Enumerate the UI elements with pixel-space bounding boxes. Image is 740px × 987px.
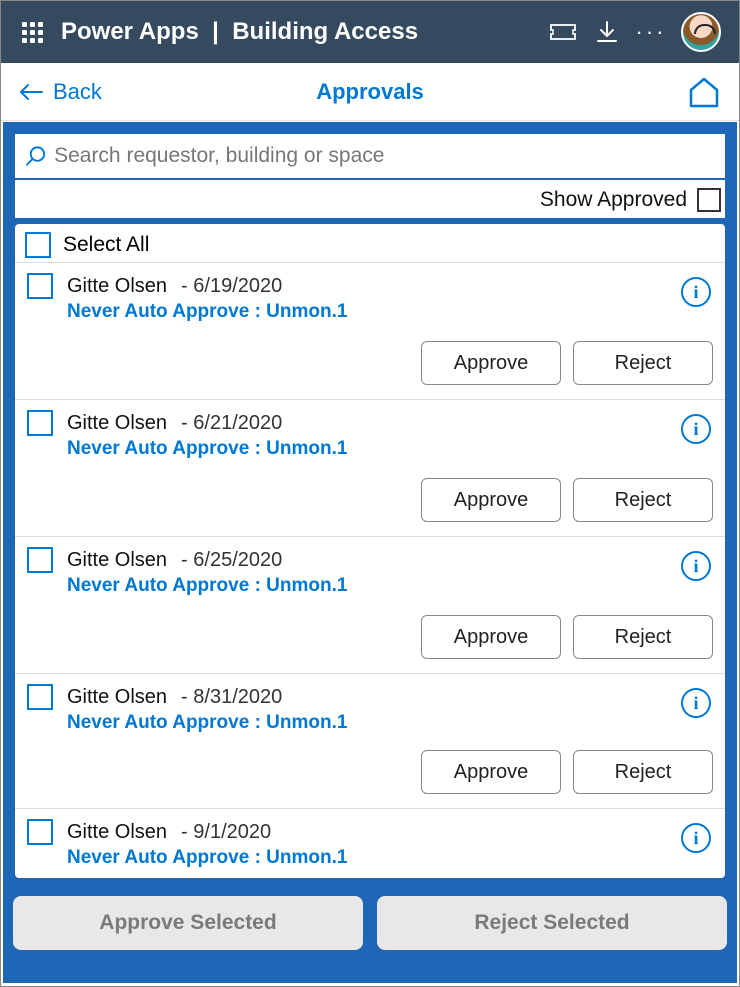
requestor-name: Gitte Olsen [67, 686, 167, 709]
requestor-name: Gitte Olsen [67, 549, 167, 572]
request-detail: Never Auto Approve : Unmon.1 [67, 575, 713, 597]
request-date: - 8/31/2020 [181, 686, 282, 709]
page-title: Approvals [316, 79, 424, 105]
info-icon[interactable]: i [681, 414, 711, 444]
approve-button[interactable]: Approve [421, 615, 561, 659]
request-checkbox[interactable] [27, 819, 53, 845]
back-button[interactable]: Back [19, 79, 102, 105]
request-detail: Never Auto Approve : Unmon.1 [67, 301, 713, 323]
request-checkbox[interactable] [27, 684, 53, 710]
request-row: Gitte Olsen - 8/31/2020 Never Auto Appro… [15, 673, 725, 808]
back-label: Back [53, 79, 102, 105]
request-detail: Never Auto Approve : Unmon.1 [67, 712, 713, 734]
download-icon[interactable] [593, 18, 621, 46]
select-all-row: Select All [15, 224, 725, 262]
request-date: - 9/1/2020 [181, 821, 271, 844]
search-icon [25, 145, 46, 167]
request-date: - 6/19/2020 [181, 275, 282, 298]
app-header: Power Apps | Building Access ··· [1, 1, 739, 63]
request-date: - 6/21/2020 [181, 412, 282, 435]
header-title: Power Apps | Building Access [61, 18, 418, 46]
approve-button[interactable]: Approve [421, 750, 561, 794]
show-approved-checkbox[interactable] [697, 188, 721, 212]
request-checkbox[interactable] [27, 547, 53, 573]
request-row: Gitte Olsen - 6/19/2020 Never Auto Appro… [15, 262, 725, 399]
back-arrow-icon [19, 83, 43, 101]
select-all-checkbox[interactable] [25, 232, 51, 258]
select-all-label: Select All [63, 233, 149, 257]
request-row: Gitte Olsen - 9/1/2020 Never Auto Approv… [15, 808, 725, 880]
page-name: Building Access [232, 18, 418, 45]
waffle-icon[interactable] [19, 19, 45, 45]
home-icon [687, 76, 721, 108]
request-detail: Never Auto Approve : Unmon.1 [67, 438, 713, 460]
info-icon[interactable]: i [681, 551, 711, 581]
app-area: Show Approved Select All Gitte Olsen - 6… [3, 122, 737, 983]
info-icon[interactable]: i [681, 823, 711, 853]
info-icon[interactable]: i [681, 277, 711, 307]
info-icon[interactable]: i [681, 688, 711, 718]
reject-button[interactable]: Reject [573, 341, 713, 385]
requestor-name: Gitte Olsen [67, 821, 167, 844]
requests-list: Select All Gitte Olsen - 6/19/2020 Never… [13, 222, 727, 880]
show-approved-label: Show Approved [540, 188, 687, 212]
reject-button[interactable]: Reject [573, 750, 713, 794]
request-row: Gitte Olsen - 6/25/2020 Never Auto Appro… [15, 536, 725, 673]
reject-selected-button[interactable]: Reject Selected [377, 896, 727, 950]
request-row: Gitte Olsen - 6/21/2020 Never Auto Appro… [15, 399, 725, 536]
home-button[interactable] [687, 76, 721, 108]
request-checkbox[interactable] [27, 410, 53, 436]
request-detail: Never Auto Approve : Unmon.1 [67, 847, 713, 869]
search-input[interactable] [54, 144, 715, 168]
more-icon[interactable]: ··· [637, 18, 665, 46]
fit-screen-icon[interactable] [549, 18, 577, 46]
approve-button[interactable]: Approve [421, 478, 561, 522]
show-approved-row: Show Approved [13, 180, 727, 218]
search-bar [13, 132, 727, 180]
title-separator: | [212, 18, 219, 45]
requestor-name: Gitte Olsen [67, 275, 167, 298]
bottom-action-bar: Approve Selected Reject Selected [13, 896, 727, 950]
reject-button[interactable]: Reject [573, 615, 713, 659]
request-date: - 6/25/2020 [181, 549, 282, 572]
approve-selected-button[interactable]: Approve Selected [13, 896, 363, 950]
approve-button[interactable]: Approve [421, 341, 561, 385]
reject-button[interactable]: Reject [573, 478, 713, 522]
subheader: Back Approvals [1, 63, 739, 121]
app-name: Power Apps [61, 18, 199, 45]
request-checkbox[interactable] [27, 273, 53, 299]
avatar[interactable] [681, 12, 721, 52]
requestor-name: Gitte Olsen [67, 412, 167, 435]
